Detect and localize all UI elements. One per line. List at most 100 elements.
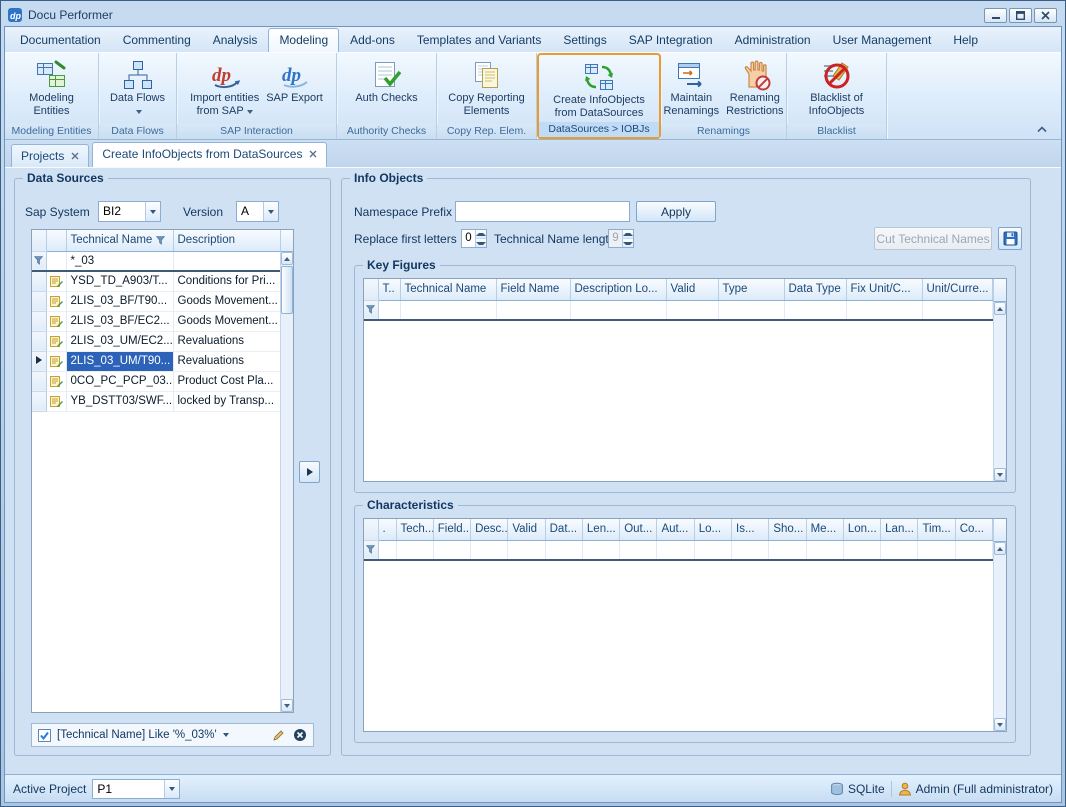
arrow-right-icon: [306, 467, 314, 477]
tab-projects[interactable]: Projects: [11, 144, 89, 167]
column-header[interactable]: Type: [718, 279, 784, 300]
close-button[interactable]: [1034, 8, 1057, 23]
scroll-down-button[interactable]: [994, 718, 1006, 731]
spin-down-icon[interactable]: [476, 238, 486, 247]
import-entities-icon: dp: [209, 59, 241, 91]
save-button[interactable]: [998, 227, 1022, 250]
column-header[interactable]: Dat...: [545, 519, 582, 540]
column-header[interactable]: Out...: [620, 519, 657, 540]
filter-enabled-checkbox[interactable]: [38, 729, 51, 742]
menu-tab-add-ons[interactable]: Add-ons: [339, 28, 406, 52]
chevron-down-icon[interactable]: [164, 780, 179, 798]
column-header[interactable]: Desc...: [471, 519, 508, 540]
column-header[interactable]: Unit/Curre...: [922, 279, 993, 300]
column-header-description[interactable]: Description: [173, 230, 281, 251]
namespace-prefix-input[interactable]: [455, 201, 630, 222]
replace-first-letters-stepper[interactable]: 0: [461, 229, 487, 248]
filter-expression[interactable]: [Technical Name] Like '%_03%': [57, 729, 217, 741]
active-project-select[interactable]: P1: [92, 779, 180, 799]
edit-filter-icon[interactable]: [272, 729, 285, 742]
menu-tab-templates-and-variants[interactable]: Templates and Variants: [406, 28, 553, 52]
info-objects-panel: Info Objects Namespace Prefix Apply Repl…: [341, 178, 1031, 756]
menu-tab-documentation[interactable]: Documentation: [9, 28, 112, 52]
modeling-entities-button[interactable]: ModelingEntities: [26, 56, 77, 118]
sap-export-button[interactable]: dp SAP Export: [263, 56, 326, 105]
column-header[interactable]: Sho...: [769, 519, 806, 540]
column-header[interactable]: Lon...: [843, 519, 880, 540]
column-header[interactable]: Me...: [806, 519, 843, 540]
vertical-scrollbar[interactable]: [993, 542, 1006, 731]
data-flows-button[interactable]: Data Flows: [107, 56, 168, 118]
maximize-button[interactable]: [1009, 8, 1032, 23]
app-window: dp Docu Performer Documentation Commenti…: [0, 0, 1066, 807]
menu-tab-sap-integration[interactable]: SAP Integration: [618, 28, 724, 52]
column-header[interactable]: Field Name: [496, 279, 570, 300]
chevron-down-icon[interactable]: [223, 733, 229, 737]
column-header[interactable]: Tech...: [396, 519, 433, 540]
column-header[interactable]: Field...: [433, 519, 470, 540]
spin-up-icon[interactable]: [476, 230, 486, 238]
vertical-scrollbar[interactable]: [280, 252, 293, 712]
create-infoobjects-from-datasources-button[interactable]: Create InfoObjectsfrom DataSources: [550, 58, 648, 120]
apply-button[interactable]: Apply: [636, 201, 716, 222]
sap-system-select[interactable]: BI2: [98, 201, 161, 222]
tab-close-icon[interactable]: [71, 152, 79, 160]
ribbon-caption-blacklist: Blacklist: [787, 124, 886, 139]
chevron-down-icon[interactable]: [145, 202, 160, 221]
vertical-scrollbar[interactable]: [993, 302, 1006, 481]
import-entities-from-sap-button[interactable]: dp Import entitiesfrom SAP: [187, 56, 262, 118]
column-header[interactable]: Fix Unit/C...: [846, 279, 922, 300]
menu-tab-administration[interactable]: Administration: [724, 28, 822, 52]
column-header[interactable]: Is...: [732, 519, 769, 540]
column-header[interactable]: Aut...: [657, 519, 694, 540]
scroll-down-button[interactable]: [994, 468, 1006, 481]
column-header[interactable]: Valid: [508, 519, 545, 540]
column-header[interactable]: Lan...: [881, 519, 918, 540]
column-header[interactable]: Tim...: [918, 519, 955, 540]
sap-system-label: Sap System: [25, 205, 90, 219]
column-header[interactable]: Len...: [582, 519, 619, 540]
menu-tab-commenting[interactable]: Commenting: [112, 28, 202, 52]
title-bar: dp Docu Performer: [4, 4, 1062, 26]
column-header[interactable]: T..: [378, 279, 400, 300]
blacklist-of-infoobjects-button[interactable]: Blacklist ofInfoObjects: [806, 56, 868, 118]
tab-create-infoobjects-from-datasources[interactable]: Create InfoObjects from DataSources: [92, 142, 327, 167]
clear-filter-icon[interactable]: [293, 728, 307, 742]
auth-checks-button[interactable]: Auth Checks: [352, 56, 420, 105]
chevron-down-icon[interactable]: [263, 202, 278, 221]
column-header-technical-name[interactable]: Technical Name: [66, 230, 173, 251]
filter-cell-description[interactable]: [173, 251, 281, 271]
menu-tab-user-management[interactable]: User Management: [822, 28, 943, 52]
ribbon-caption-sap-interaction: SAP Interaction: [177, 124, 336, 139]
tab-close-icon[interactable]: [309, 150, 317, 158]
scroll-down-button[interactable]: [281, 699, 293, 712]
minimize-button[interactable]: [984, 8, 1007, 23]
scroll-up-button[interactable]: [281, 252, 293, 265]
data-flows-icon: [122, 59, 154, 91]
database-icon: [830, 782, 844, 796]
collapse-ribbon-button[interactable]: [1033, 121, 1051, 136]
column-header[interactable]: Technical Name: [400, 279, 496, 300]
menu-tab-modeling[interactable]: Modeling: [268, 28, 339, 52]
column-header[interactable]: Co...: [955, 519, 992, 540]
menu-tab-analysis[interactable]: Analysis: [202, 28, 269, 52]
copy-reporting-elements-button[interactable]: Copy ReportingElements: [445, 56, 527, 118]
datasource-icon: [46, 291, 66, 311]
filter-cell-technical-name[interactable]: *_03: [66, 251, 173, 271]
move-selected-right-button[interactable]: [299, 461, 320, 483]
blacklist-icon: [820, 59, 852, 91]
menu-tab-settings[interactable]: Settings: [552, 28, 617, 52]
column-header[interactable]: .: [378, 519, 396, 540]
menu-tab-help[interactable]: Help: [942, 28, 989, 52]
version-select[interactable]: A: [236, 201, 279, 222]
scroll-up-button[interactable]: [994, 302, 1006, 315]
column-header[interactable]: Lo...: [694, 519, 731, 540]
scroll-up-button[interactable]: [994, 542, 1006, 555]
scrollbar-thumb[interactable]: [281, 266, 293, 314]
column-header[interactable]: Valid: [666, 279, 718, 300]
column-header[interactable]: Data Type: [784, 279, 846, 300]
renaming-restrictions-icon: [739, 59, 771, 91]
renaming-restrictions-button[interactable]: RenamingRestrictions: [723, 56, 786, 118]
maintain-renamings-button[interactable]: MaintainRenamings: [660, 56, 722, 118]
column-header[interactable]: Description Lo...: [570, 279, 666, 300]
